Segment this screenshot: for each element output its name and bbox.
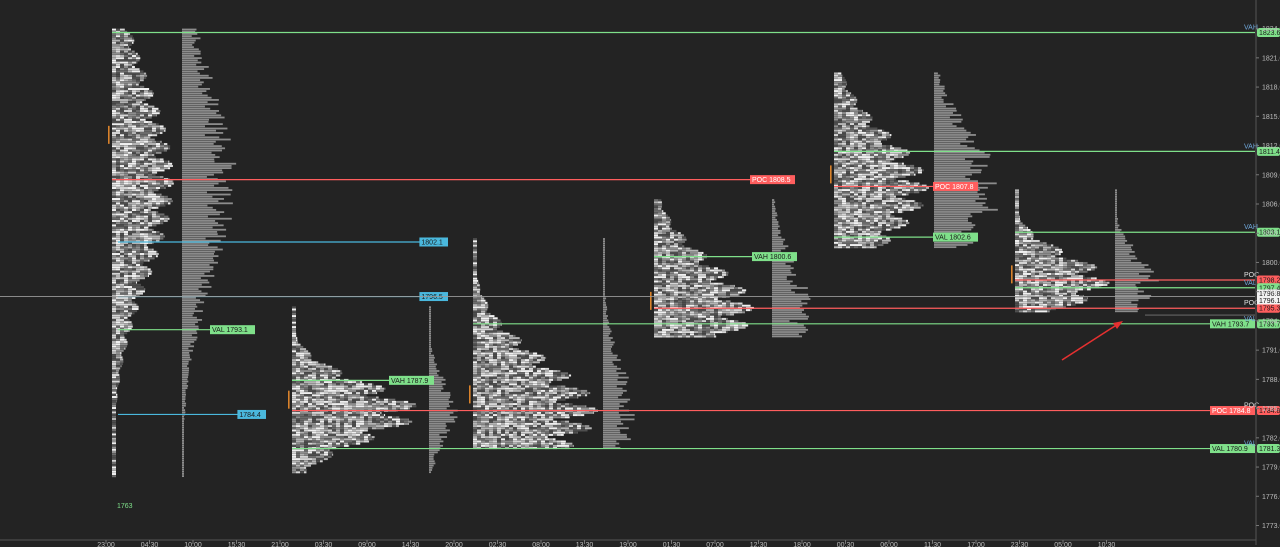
time-tick-label: 10:00 [184,542,202,547]
time-tick-label: 09:00 [358,542,376,547]
initial-balance-marker [469,385,471,404]
time-tick-label: 19:00 [619,542,637,547]
price-tick-label: 1821.0 [1262,55,1280,62]
level-label: 1784.4 [239,412,261,419]
time-tick-label: 23:30 [1011,542,1029,547]
level-label: 1802.1 [421,239,443,246]
time-tick-label: 12:30 [750,542,768,547]
initial-balance-marker [288,390,290,409]
initial-balance-marker [830,165,832,184]
price-tick-label: 1818.0 [1262,85,1280,92]
price-tick-label: 1788.0 [1262,377,1280,384]
level-label: VAH 1787.9 [391,378,428,385]
time-tick-label: 11:30 [924,542,941,547]
axis-level-value: 1795.3 [1259,306,1280,313]
price-tick-label: 1809.0 [1262,172,1280,179]
axis-level-tag: POC [1244,300,1259,307]
price-tick-label: 1812.0 [1262,143,1280,150]
price-tick-label: 1776.0 [1262,494,1280,501]
time-tick-label: 20:00 [445,542,463,547]
time-tick-label: 04:30 [141,542,159,547]
price-tick-label: 1824.0 [1262,26,1280,33]
level-label: VAL 1780.9 [1212,446,1248,453]
time-tick-label: 18:00 [793,542,811,547]
time-axis: 23:00 04:30 10:00 15:30 21:00 03:30 09:00 14:30… [0,539,1256,547]
price-tick-label: 1794.0 [1262,318,1280,325]
price-tick-label: 1797.0 [1262,289,1280,296]
initial-balance-marker [650,291,652,310]
axis-level-tag: VAL [1244,280,1257,287]
level-label: VAL 1793.1 [212,327,248,334]
time-tick-label: 05:00 [1054,542,1072,547]
price-tick-label: 1773.0 [1262,523,1280,530]
price-tick-label: 1791.0 [1262,348,1280,355]
price-tick-label: 1806.0 [1262,201,1280,208]
time-tick-label: 14:30 [402,542,420,547]
price-tick-label: 1803.0 [1262,231,1280,238]
time-tick-label: 03:30 [315,542,333,547]
price-tick-label: 1815.0 [1262,114,1280,121]
axis-level-value: 1781.3 [1259,446,1280,453]
market-profile-chart: VAH1823.6POC 1808.51802.11796.5VAL 1793.… [0,0,1280,547]
session-count-label: 1763 [117,503,133,510]
axis-level-tag: VAL [1244,316,1257,323]
price-tick-label: 1779.0 [1262,465,1280,472]
time-tick-label: 02:30 [489,542,507,547]
time-tick-label: 17:00 [967,542,985,547]
time-tick-label: 23:00 [97,542,115,547]
price-label-2: 1796.1 [1259,298,1280,305]
initial-balance-marker [1011,265,1013,284]
axis-level-tag: VAL [1244,441,1257,448]
axis-level-tag: POC [1244,272,1259,279]
time-tick-label: 10:30 [1098,542,1116,547]
time-tick-label: 00:30 [837,542,855,547]
time-tick-label: 21:00 [271,542,289,547]
price-tick-label: 1800.0 [1262,260,1280,267]
time-tick-label: 06:00 [880,542,898,547]
price-tick-label: 1782.0 [1262,435,1280,442]
level-label: POC 1808.5 [752,177,791,184]
time-tick-label: 08:00 [532,542,550,547]
level-label: VAL 1802.6 [935,235,971,242]
price-tick-label: 1785.0 [1262,406,1280,413]
time-tick-label: 07:00 [706,542,724,547]
time-tick-label: 13:30 [576,542,594,547]
time-tick-label: 15:30 [228,542,246,547]
level-label: POC 1807.8 [935,184,974,191]
level-label: 1796.5 [421,294,443,301]
initial-balance-marker [108,125,110,144]
level-label: VAH 1800.6 [754,254,791,261]
time-tick-label: 01:30 [663,542,681,547]
